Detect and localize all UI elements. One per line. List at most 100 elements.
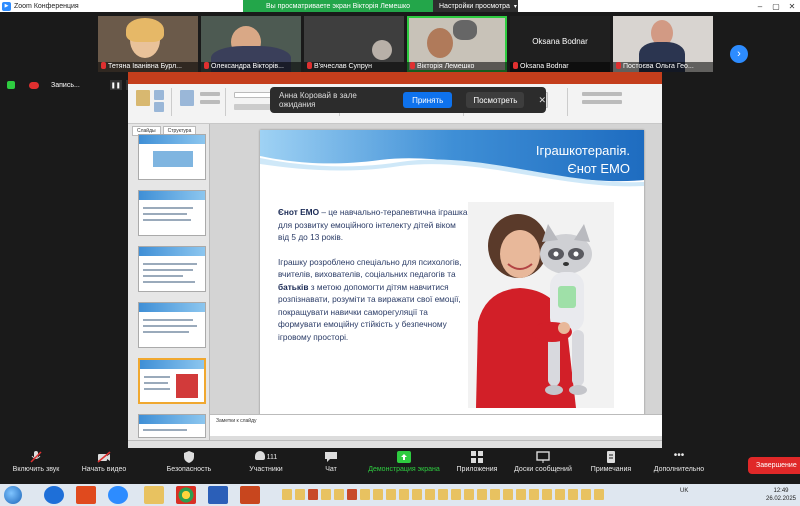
security-button[interactable]: Безопасность [160, 451, 218, 473]
powerpoint-icon[interactable] [240, 486, 260, 504]
cloud-recording-icon [29, 81, 39, 89]
language-indicator[interactable]: UK [680, 488, 688, 494]
folder-icon[interactable] [321, 489, 331, 500]
see-waiting-room-button[interactable]: Посмотреть [466, 92, 525, 108]
document-icon[interactable] [308, 489, 318, 500]
folder-icon[interactable] [529, 489, 539, 500]
ie-browser-icon[interactable] [44, 486, 64, 504]
participant-video-off-name: Oksana Bodnar [532, 36, 588, 46]
taskbar-clock[interactable]: 12:49 26.02.2025 [764, 487, 798, 503]
apps-button[interactable]: Приложения [452, 451, 502, 473]
folder-icon[interactable] [386, 489, 396, 500]
chat-button[interactable]: Чат [318, 451, 344, 473]
office-icon[interactable] [76, 486, 96, 504]
participant-tile[interactable]: Олександра Вікторів... [201, 16, 301, 72]
more-button[interactable]: ••• Дополнительно [644, 451, 714, 474]
share-screen-button[interactable]: Демонстрация экрана [362, 451, 446, 473]
folder-icon[interactable] [334, 489, 344, 500]
folder-icon[interactable] [555, 489, 565, 500]
folder-icon[interactable] [399, 489, 409, 500]
folder-icon[interactable] [438, 489, 448, 500]
slide-thumbnail-selected[interactable]: 5 [138, 358, 206, 404]
folder-icon[interactable] [490, 489, 500, 500]
folder-icon[interactable] [516, 489, 526, 500]
admit-button[interactable]: Принять [403, 92, 453, 108]
folder-icon[interactable] [464, 489, 474, 500]
more-label: Дополнительно [653, 466, 705, 473]
reset-icon[interactable] [200, 100, 220, 104]
folder-icon[interactable] [542, 489, 552, 500]
participant-tile[interactable]: Oksana Bodnar Oksana Bodnar [510, 16, 610, 72]
unmute-button[interactable]: Включить звук [5, 451, 67, 473]
slide-notes[interactable]: Заметки к слайду [210, 414, 662, 436]
viewing-screen-banner: Вы просматриваете экран Вікторія Лемешко [243, 0, 433, 12]
start-video-button[interactable]: Начать видео [76, 451, 132, 473]
layout-icon[interactable] [200, 92, 220, 96]
chat-label: Чат [325, 466, 337, 473]
slide-body-text: Єнот ЕМО – це навчально-терапевтична ігр… [278, 206, 468, 355]
participant-tile[interactable]: Тетяна Іванівна Бурл... [98, 16, 198, 72]
folder-icon[interactable] [373, 489, 383, 500]
thumb-line [144, 388, 170, 390]
participants-gallery: Тетяна Іванівна Бурл... Олександра Вікто… [0, 12, 800, 72]
thumb-header [139, 415, 205, 424]
meeting-toolbar: Включить звук Начать видео Безопасность … [0, 448, 800, 484]
view-settings-button[interactable]: Настройки просмотра ▾ [433, 0, 518, 12]
video-off-icon [97, 451, 111, 463]
people-icon [254, 451, 265, 460]
participant-hair [126, 18, 164, 42]
start-button-icon[interactable] [4, 486, 22, 504]
whiteboards-button[interactable]: Доски сообщений [509, 451, 577, 473]
cut-icon[interactable] [154, 90, 164, 100]
notes-label: Примечания [590, 466, 632, 473]
slide-thumbnail[interactable]: 4 [138, 302, 206, 348]
close-notification-icon[interactable]: ✕ [538, 95, 546, 106]
folder-icon[interactable] [594, 489, 604, 500]
gallery-next-arrow-icon[interactable]: › [730, 45, 748, 63]
end-meeting-button[interactable]: Завершение [748, 457, 800, 474]
participants-button[interactable]: 111 Участники [238, 451, 294, 473]
copy-icon[interactable] [154, 102, 164, 112]
window-controls: – ▢ ✕ [752, 0, 800, 12]
apps-label: Приложения [456, 466, 498, 473]
slide-thumbnail[interactable]: 3 [138, 246, 206, 292]
folder-icon[interactable] [295, 489, 305, 500]
folder-icon[interactable] [282, 489, 292, 500]
participant-tile[interactable]: В'ячеслав Супрун [304, 16, 404, 72]
slide-photo [468, 202, 614, 408]
file-explorer-icon[interactable] [144, 486, 164, 504]
slide-thumbnail[interactable]: 6 [138, 414, 206, 438]
current-slide[interactable]: Іграшкотерапія. Єнот ЕМО Єнот ЕМО – це н… [260, 130, 644, 418]
participant-tile[interactable]: Постоєва Ольга Гео... [613, 16, 713, 72]
participants-count: 111 [266, 454, 278, 461]
bold-term: Єнот ЕМО [278, 207, 320, 217]
chrome-icon[interactable] [176, 486, 196, 504]
participant-tile-active[interactable]: Вікторія Лемешко [407, 16, 507, 72]
thumb-line [144, 382, 168, 384]
folder-icon[interactable] [360, 489, 370, 500]
word-icon[interactable] [208, 486, 228, 504]
slide-thumbnail[interactable]: 2 [138, 190, 206, 236]
find-icon[interactable] [582, 92, 622, 96]
document-icon[interactable] [347, 489, 357, 500]
folder-icon[interactable] [425, 489, 435, 500]
folder-icon[interactable] [412, 489, 422, 500]
folder-icon[interactable] [581, 489, 591, 500]
folder-icon[interactable] [503, 489, 513, 500]
notes-button[interactable]: Примечания [586, 451, 636, 473]
pause-recording-button[interactable]: ❚❚ [109, 80, 122, 90]
slide-thumbnail[interactable]: 1 [138, 134, 206, 180]
minimize-button[interactable]: – [752, 0, 768, 12]
paste-icon[interactable] [136, 90, 150, 106]
folder-icon[interactable] [477, 489, 487, 500]
replace-icon[interactable] [582, 100, 622, 104]
whiteboard-icon [536, 451, 550, 463]
start-video-label: Начать видео [81, 466, 127, 473]
close-button[interactable]: ✕ [784, 0, 800, 12]
thumb-line [143, 269, 193, 271]
new-slide-icon[interactable] [180, 90, 194, 106]
zoom-app-icon[interactable] [108, 486, 128, 504]
maximize-button[interactable]: ▢ [768, 0, 784, 12]
folder-icon[interactable] [568, 489, 578, 500]
folder-icon[interactable] [451, 489, 461, 500]
